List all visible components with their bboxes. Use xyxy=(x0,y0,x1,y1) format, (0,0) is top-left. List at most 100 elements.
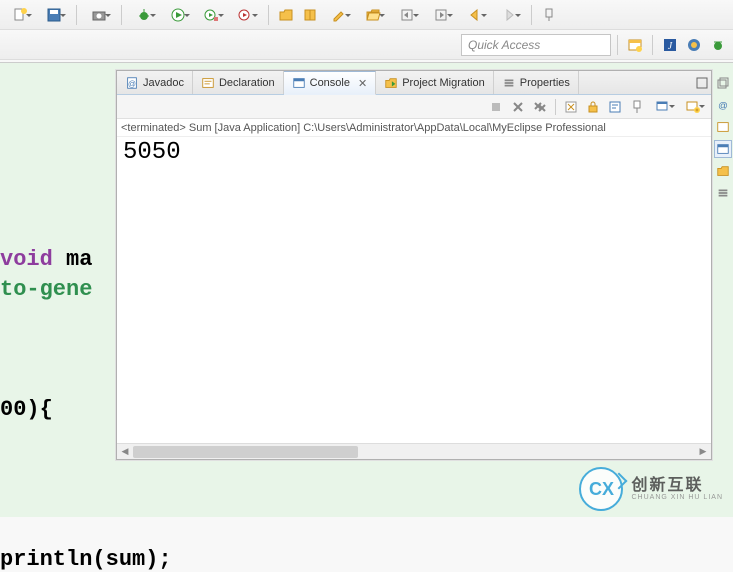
console-toolbar xyxy=(117,95,711,119)
pin-icon xyxy=(541,7,557,23)
trim-console-button[interactable] xyxy=(714,140,732,158)
watermark-text: 创新互联 CHUANG XIN HU LIAN xyxy=(631,478,723,501)
remove-icon xyxy=(510,99,526,115)
console-icon xyxy=(716,142,730,156)
tab-javadoc[interactable]: @ Javadoc xyxy=(117,71,193,94)
nav-next-icon xyxy=(433,7,449,23)
toolbar-separator xyxy=(555,99,556,115)
tab-label: Project Migration xyxy=(402,77,485,89)
nav-prev-button[interactable] xyxy=(391,4,423,26)
code-fragment: to-gene xyxy=(0,277,92,302)
main-toolbar-row-1 xyxy=(0,0,733,30)
pin-console-button[interactable] xyxy=(627,97,647,117)
open-perspective-button[interactable] xyxy=(624,34,646,56)
run-icon xyxy=(170,7,186,23)
pin-editor-button[interactable] xyxy=(538,4,560,26)
tab-label: Declaration xyxy=(219,77,275,89)
horizontal-scrollbar[interactable]: ◀ ▶ xyxy=(117,443,711,459)
migration-icon xyxy=(716,164,730,178)
tab-label: Console xyxy=(310,77,350,89)
screenshot-menu-button[interactable] xyxy=(83,4,115,26)
clear-icon xyxy=(563,99,579,115)
remove-all-button[interactable] xyxy=(530,97,550,117)
forward-icon xyxy=(501,7,517,23)
new-package-button[interactable] xyxy=(299,4,321,26)
watermark-logo-text: CX xyxy=(589,479,614,500)
perspective-open-icon xyxy=(627,37,643,53)
scroll-right-button[interactable]: ▶ xyxy=(695,445,711,459)
java-perspective-button[interactable]: J xyxy=(659,34,681,56)
forward-button[interactable] xyxy=(493,4,525,26)
remove-all-icon xyxy=(532,99,548,115)
trim-declaration-button[interactable] xyxy=(714,118,732,136)
toolbar-separator xyxy=(652,35,653,55)
back-icon xyxy=(467,7,483,23)
console-output-text: 5050 xyxy=(123,139,181,166)
watermark: CX 创新互联 CHUANG XIN HU LIAN xyxy=(579,467,723,511)
maximize-icon xyxy=(696,77,708,89)
console-output[interactable]: 5050 xyxy=(117,137,711,443)
back-button[interactable] xyxy=(459,4,491,26)
svg-text:J: J xyxy=(668,41,673,52)
trim-javadoc-button[interactable]: @ xyxy=(714,96,732,114)
scroll-thumb[interactable] xyxy=(133,446,358,458)
debug-perspective-button[interactable] xyxy=(707,34,729,56)
scroll-lock-icon xyxy=(585,99,601,115)
pin-icon xyxy=(629,99,645,115)
svg-text:@: @ xyxy=(718,101,728,112)
close-icon[interactable]: ✕ xyxy=(358,77,367,90)
run-menu-button[interactable] xyxy=(162,4,194,26)
tab-console[interactable]: Console ✕ xyxy=(284,71,377,95)
migration-icon xyxy=(384,76,398,90)
scroll-left-button[interactable]: ◀ xyxy=(117,445,133,459)
display-icon xyxy=(655,99,671,115)
remove-launch-button[interactable] xyxy=(508,97,528,117)
scroll-lock-button[interactable] xyxy=(583,97,603,117)
new-icon xyxy=(12,7,28,23)
properties-icon xyxy=(716,186,730,200)
myeclipse-perspective-button[interactable] xyxy=(683,34,705,56)
bug-icon xyxy=(136,7,152,23)
terminate-icon xyxy=(488,99,504,115)
console-status-text: <terminated> Sum [Java Application] C:\U… xyxy=(121,122,606,134)
trim-migration-button[interactable] xyxy=(714,162,732,180)
scroll-track[interactable] xyxy=(133,445,695,459)
save-menu-button[interactable] xyxy=(38,4,70,26)
display-selected-button[interactable] xyxy=(649,97,677,117)
tab-properties[interactable]: Properties xyxy=(494,71,579,94)
open-task-button[interactable] xyxy=(357,4,389,26)
console-status-line: <terminated> Sum [Java Application] C:\U… xyxy=(117,119,711,137)
nav-next-button[interactable] xyxy=(425,4,457,26)
camera-icon xyxy=(91,7,107,23)
watermark-sub: CHUANG XIN HU LIAN xyxy=(631,494,723,501)
trim-restore-button[interactable] xyxy=(714,74,732,92)
trim-properties-button[interactable] xyxy=(714,184,732,202)
word-wrap-button[interactable] xyxy=(605,97,625,117)
right-trim-stack: @ xyxy=(713,70,733,202)
restore-icon xyxy=(717,77,729,89)
maximize-view-button[interactable] xyxy=(693,71,711,94)
folder-icon xyxy=(278,7,294,23)
new-menu-button[interactable] xyxy=(4,4,36,26)
code-fragment: void ma xyxy=(0,247,92,272)
open-type-button[interactable] xyxy=(275,4,297,26)
java-perspective-icon: J xyxy=(662,37,678,53)
quick-access-placeholder: Quick Access xyxy=(468,38,540,52)
debug-menu-button[interactable] xyxy=(128,4,160,26)
nav-prev-icon xyxy=(399,7,415,23)
search-menu-button[interactable] xyxy=(323,4,355,26)
declaration-icon xyxy=(716,120,730,134)
run-config-icon xyxy=(204,7,220,23)
code-fragment: println(sum); xyxy=(0,547,172,572)
external-tools-button[interactable] xyxy=(230,4,262,26)
myeclipse-perspective-icon xyxy=(686,37,702,53)
tab-project-migration[interactable]: Project Migration xyxy=(376,71,494,94)
terminate-button[interactable] xyxy=(486,97,506,117)
open-console-button[interactable] xyxy=(679,97,707,117)
tab-declaration[interactable]: Declaration xyxy=(193,71,284,94)
quick-access-input[interactable]: Quick Access xyxy=(461,34,611,56)
clear-console-button[interactable] xyxy=(561,97,581,117)
toolbar-separator xyxy=(121,5,122,25)
debug-perspective-icon xyxy=(710,37,726,53)
run-last-menu-button[interactable] xyxy=(196,4,228,26)
